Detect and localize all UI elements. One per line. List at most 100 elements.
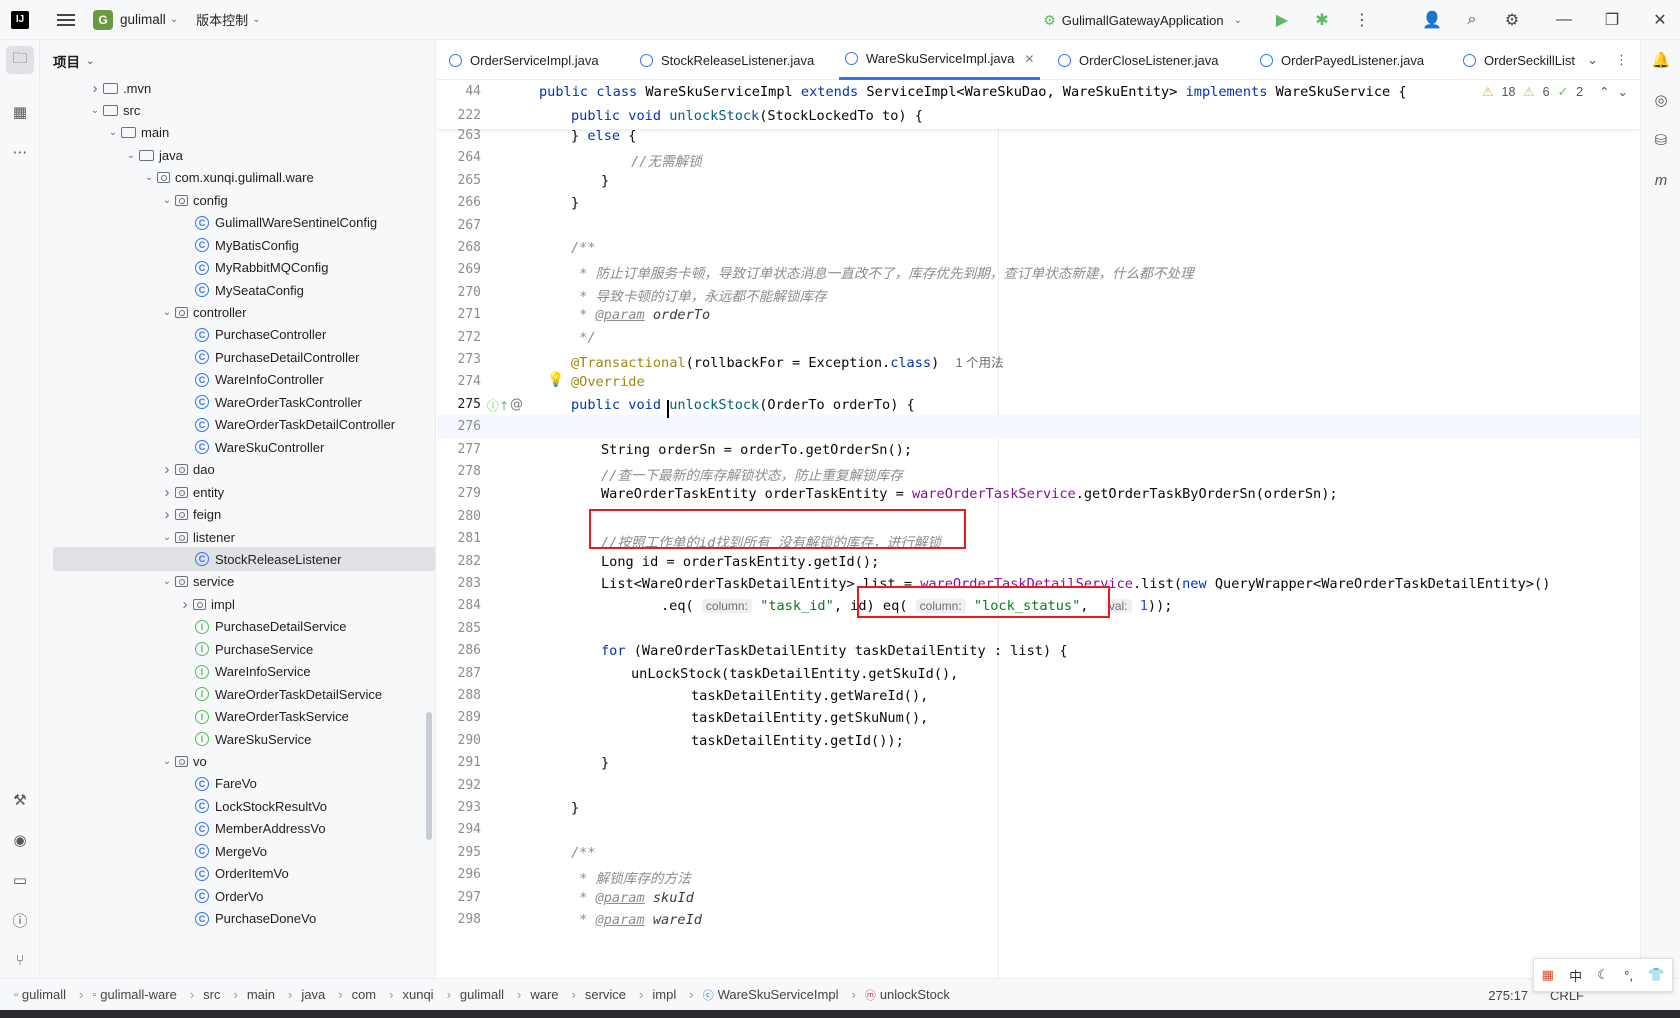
problems-icon[interactable]: ⓘ (6, 906, 34, 934)
tab-order-seckill-listener[interactable]: OrderSeckillList (1463, 40, 1583, 80)
breadcrumb-item[interactable]: ▫ gulimall (14, 987, 66, 1002)
run-configuration-selector[interactable]: ⚙ GulimallGatewayApplication ⌄ (1043, 12, 1242, 29)
close-window-icon[interactable]: ✕ (1640, 0, 1680, 40)
chevron-down-icon[interactable]: ⌄ (159, 756, 175, 767)
code-line[interactable]: WareOrderTaskEntity orderTaskEntity = wa… (601, 486, 1338, 502)
tree-item-iface[interactable]: I WareSkuService (40, 727, 422, 751)
tree-item-class[interactable]: C WareOrderTaskController (40, 390, 422, 414)
tabs-more-icon[interactable]: ⋮ (1615, 40, 1628, 80)
prev-highlight-icon[interactable]: ⌃ (1599, 84, 1609, 99)
minimize-icon[interactable]: — (1544, 0, 1584, 40)
tree-item-pkg[interactable]: › feign (40, 503, 422, 527)
ime-toolbar[interactable]: ▦ 中 ☾ °, 👕 (1533, 958, 1673, 992)
code-line[interactable]: /** (571, 845, 596, 861)
code-line[interactable]: //查一下最新的库存解锁状态，防止重复解锁库存 (601, 464, 903, 484)
structure-icon[interactable]: ▦ (6, 98, 34, 126)
breadcrumb-item[interactable]: ware (530, 987, 558, 1002)
chevron-down-icon[interactable]: ⌄ (87, 105, 103, 116)
code-line[interactable]: Long id = orderTaskEntity.getId(); (601, 554, 879, 570)
moon-icon[interactable]: ☾ (1597, 967, 1609, 983)
tab-stock-release-listener[interactable]: StockReleaseListener.java (640, 40, 814, 80)
chevron-down-icon[interactable]: ⌄ (159, 307, 175, 318)
database-icon[interactable]: ⛁ (1649, 128, 1673, 152)
chevron-down-icon[interactable]: ⌄ (141, 172, 157, 183)
code-line[interactable]: @Transactional(rollbackFor = Exception.c… (571, 352, 1004, 371)
project-name[interactable]: gulimall (120, 12, 166, 27)
code-line[interactable]: taskDetailEntity.getId()); (691, 733, 904, 749)
build-hammer-icon[interactable]: ⚒ (6, 786, 34, 814)
tab-order-service-impl[interactable]: OrderServiceImpl.java (449, 40, 599, 80)
caret-position[interactable]: 275:17 (1488, 988, 1528, 1003)
intellij-logo-icon[interactable]: IJ (11, 10, 29, 29)
tree-item-pkg[interactable]: ⌄ listener (40, 525, 422, 549)
code-line[interactable]: String orderSn = orderTo.getOrderSn(); (601, 442, 912, 458)
project-scrollbar[interactable] (426, 712, 432, 840)
tree-item-folder[interactable]: ⌄ java (40, 143, 422, 167)
breadcrumb-item[interactable]: gulimall (460, 987, 504, 1002)
tree-item-pkg[interactable]: ⌄ controller (40, 301, 422, 325)
tree-item-class[interactable]: C PurchaseController (40, 323, 422, 347)
code-line[interactable]: * 防止订单服务卡顿，导致订单状态消息一直改不了，库存优先到期，查订单状态新建，… (571, 262, 1194, 282)
tree-item-folder[interactable]: ⌄ src (40, 98, 422, 122)
tree-item-pkg[interactable]: › dao (40, 458, 422, 482)
chevron-down-icon[interactable]: ⌄ (159, 576, 175, 587)
chevron-down-icon[interactable]: ⌄ (170, 14, 178, 25)
tree-item-class[interactable]: C WareOrderTaskDetailController (40, 413, 422, 437)
services-icon[interactable]: ◉ (6, 826, 34, 854)
tree-item-pkg[interactable]: › entity (40, 480, 422, 504)
tree-item-class[interactable]: C OrderItemVo (40, 862, 422, 886)
windows-grid-icon[interactable]: ▦ (1542, 967, 1554, 983)
tree-item-iface[interactable]: I WareInfoService (40, 660, 422, 684)
code-line[interactable]: * @param wareId (571, 912, 702, 928)
tree-item-pkg[interactable]: ⌄ vo (40, 750, 422, 774)
code-line[interactable]: * 导致卡顿的订单，永远都不能解锁库存 (571, 285, 826, 305)
tree-item-class[interactable]: C MyBatisConfig (40, 233, 422, 257)
shirt-icon[interactable]: 👕 (1648, 967, 1664, 983)
close-tab-icon[interactable]: ✕ (1024, 52, 1034, 66)
tree-item-iface[interactable]: I WareOrderTaskService (40, 705, 422, 729)
vcs-menu[interactable]: 版本控制 (196, 10, 248, 29)
code-line[interactable]: @Override (571, 374, 645, 390)
tree-item-folder[interactable]: ⌄ main (40, 121, 422, 145)
chevron-down-icon[interactable]: ⌄ (252, 14, 260, 25)
chevron-right-icon[interactable]: › (159, 484, 175, 501)
run-icon[interactable]: ▶ (1262, 0, 1302, 40)
tree-item-class[interactable]: C MyRabbitMQConfig (40, 256, 422, 280)
code-line[interactable]: for (WareOrderTaskDetailEntity taskDetai… (601, 643, 1068, 659)
notifications-bell-icon[interactable]: 🔔 (1649, 48, 1673, 72)
breadcrumb-item[interactable]: ⓜ unlockStock (865, 987, 950, 1003)
tree-item-class[interactable]: C StockReleaseListener (53, 547, 435, 572)
code-line[interactable]: } (571, 195, 579, 211)
search-icon[interactable]: ⌕ (1452, 0, 1492, 40)
tree-item-pkg[interactable]: ⌄ com.xunqi.gulimall.ware (40, 166, 422, 190)
breadcrumb-item[interactable]: src (203, 987, 220, 1002)
code-line[interactable]: * @param orderTo (571, 307, 710, 323)
more-actions-icon[interactable]: ⋮ (1342, 0, 1382, 40)
code-line[interactable]: taskDetailEntity.getWareId(), (691, 688, 928, 704)
tree-item-class[interactable]: C MergeVo (40, 839, 422, 863)
tabs-dropdown-icon[interactable]: ⌄ (1587, 40, 1598, 80)
restore-icon[interactable]: ❐ (1592, 0, 1632, 40)
project-folder-icon[interactable]: 🗀 (6, 46, 34, 74)
ime-language[interactable]: 中 (1569, 966, 1582, 985)
tree-item-class[interactable]: C GulimallWareSentinelConfig (40, 211, 422, 235)
inspection-widget[interactable]: ⚠ 18 ⚠ 6 ✓ 2 ⌃ ⌄ (1482, 84, 1628, 100)
add-user-icon[interactable]: 👤 (1412, 0, 1452, 40)
punctuation-icon[interactable]: °, (1624, 968, 1633, 983)
tree-item-class[interactable]: C PurchaseDoneVo (40, 907, 422, 931)
next-highlight-icon[interactable]: ⌄ (1618, 84, 1628, 99)
chevron-right-icon[interactable]: › (177, 596, 193, 613)
tree-item-class[interactable]: C WareInfoController (40, 368, 422, 392)
code-line[interactable]: taskDetailEntity.getSkuNum(), (691, 710, 928, 726)
tree-item-class[interactable]: C LockStockResultVo (40, 794, 422, 818)
terminal-icon[interactable]: ▭ (6, 866, 34, 894)
tree-item-iface[interactable]: I WareOrderTaskDetailService (40, 682, 422, 706)
code-editor[interactable]: 263} else {264 //无需解锁 265} 266} 267 268 /** 269… (437, 81, 1640, 978)
maven-icon[interactable]: m (1649, 168, 1673, 192)
tree-item-folder[interactable]: › .mvn (40, 76, 422, 100)
settings-gear-icon[interactable]: ⚙ (1492, 0, 1532, 40)
intention-bulb-icon[interactable]: 💡 (547, 372, 564, 388)
code-line[interactable]: } (601, 755, 609, 771)
chevron-down-icon[interactable]: ⌄ (159, 532, 175, 543)
tree-item-class[interactable]: C MySeataConfig (40, 278, 422, 302)
